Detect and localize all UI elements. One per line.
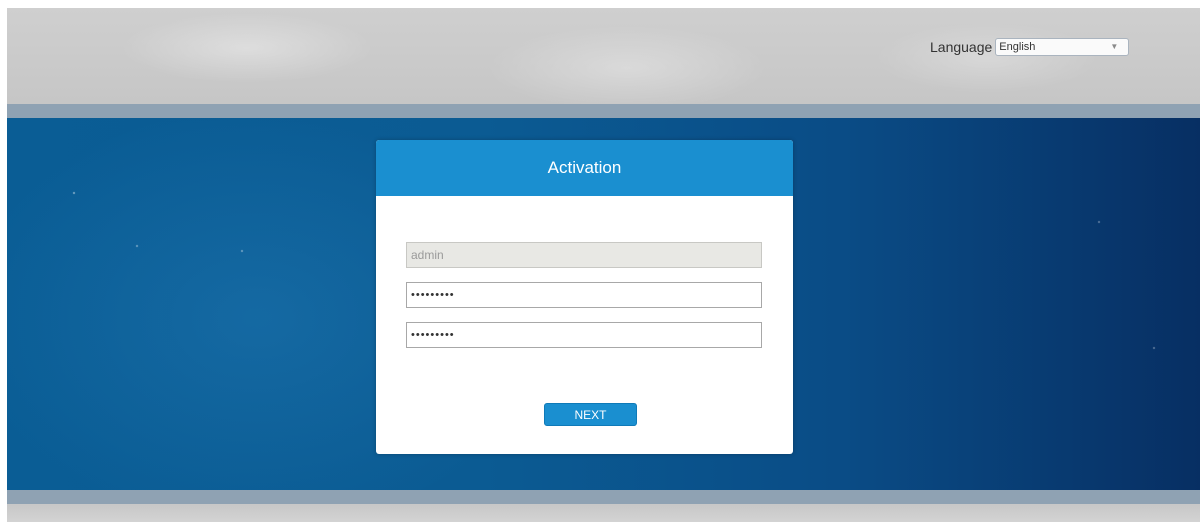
footer-band (7, 504, 1200, 522)
language-label: Language (930, 39, 993, 55)
chevron-down-icon: ▼ (1110, 42, 1119, 51)
language-dropdown[interactable]: English ▼ (995, 38, 1130, 56)
language-selected-value: English (999, 41, 1036, 53)
next-button[interactable]: NEXT (544, 403, 637, 426)
password-field[interactable]: ••••••••• (406, 282, 762, 308)
confirm-password-field[interactable]: ••••••••• (406, 322, 762, 348)
page-frame: Language English ▼ Activation admin ••••… (7, 8, 1200, 522)
footer-divider (7, 490, 1200, 504)
activation-dialog: Activation admin ••••••••• ••••••••• NEX… (376, 140, 793, 454)
username-field[interactable]: admin (406, 242, 762, 268)
language-selector: Language English ▼ (930, 36, 1130, 58)
dialog-title: Activation (376, 140, 793, 196)
header-divider (7, 104, 1200, 118)
